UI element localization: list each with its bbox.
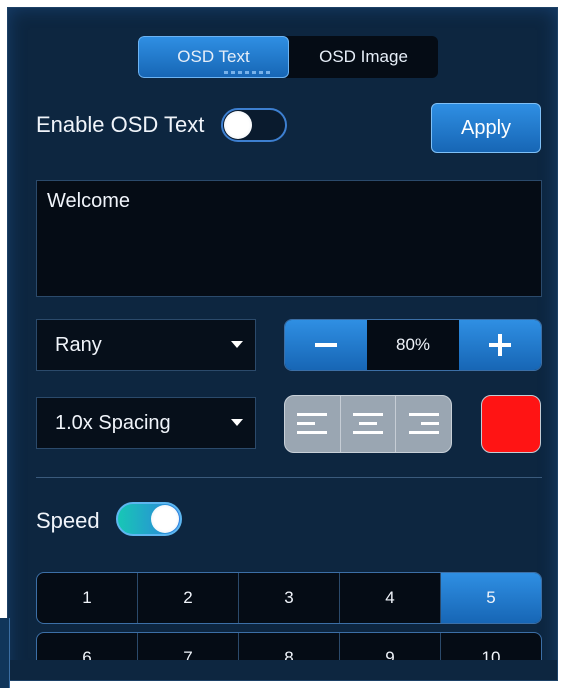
speed-label: Speed (36, 508, 100, 533)
align-center-button[interactable] (341, 396, 397, 452)
align-right-icon (408, 413, 439, 434)
toggle-knob (151, 505, 179, 533)
panel-bottom-mask (8, 660, 557, 680)
text-alignment-group (284, 395, 452, 453)
font-select[interactable]: Rany (36, 319, 256, 371)
speed-level-1[interactable]: 1 (37, 573, 138, 623)
text-color-swatch[interactable] (481, 395, 541, 453)
osd-text-input[interactable]: Welcome (36, 180, 542, 297)
caret-down-icon (231, 341, 243, 348)
spacing-select-value: 1.0x Spacing (55, 411, 171, 434)
speed-level-5[interactable]: 5 (441, 573, 541, 623)
align-left-icon (297, 413, 328, 434)
apply-button[interactable]: Apply (431, 103, 541, 153)
enable-osd-text-toggle[interactable] (221, 108, 287, 142)
enable-osd-text-label: Enable OSD Text (36, 112, 205, 137)
speed-level-2[interactable]: 2 (138, 573, 239, 623)
caret-down-icon (231, 419, 243, 426)
tab-osd-image-label: OSD Image (319, 47, 408, 66)
side-scroll-strip[interactable] (0, 618, 10, 688)
toggle-knob (224, 111, 252, 139)
align-right-button[interactable] (396, 396, 451, 452)
minus-icon (315, 343, 337, 347)
section-divider (36, 477, 542, 478)
tab-osd-text-label: OSD Text (177, 47, 250, 66)
font-size-stepper: 80% (284, 319, 542, 371)
increase-size-button[interactable] (459, 320, 541, 370)
speed-level-4[interactable]: 4 (340, 573, 441, 623)
osd-tabs: OSD Text OSD Image (138, 36, 438, 78)
tab-osd-text[interactable]: OSD Text (138, 36, 289, 78)
tab-decoration (224, 71, 270, 74)
align-center-icon (353, 413, 383, 434)
font-size-value: 80% (395, 335, 431, 354)
align-left-button[interactable] (285, 396, 341, 452)
font-select-value: Rany (55, 333, 102, 356)
speed-toggle[interactable] (116, 502, 182, 536)
speed-level-3[interactable]: 3 (239, 573, 340, 623)
decrease-size-button[interactable] (285, 320, 367, 370)
speed-levels-row-1: 1 2 3 4 5 (36, 572, 542, 624)
osd-settings-panel: OSD Text OSD Image Enable OSD Text Apply… (7, 7, 558, 681)
plus-icon (489, 334, 511, 356)
tab-osd-image[interactable]: OSD Image (289, 36, 438, 78)
spacing-select[interactable]: 1.0x Spacing (36, 397, 256, 449)
